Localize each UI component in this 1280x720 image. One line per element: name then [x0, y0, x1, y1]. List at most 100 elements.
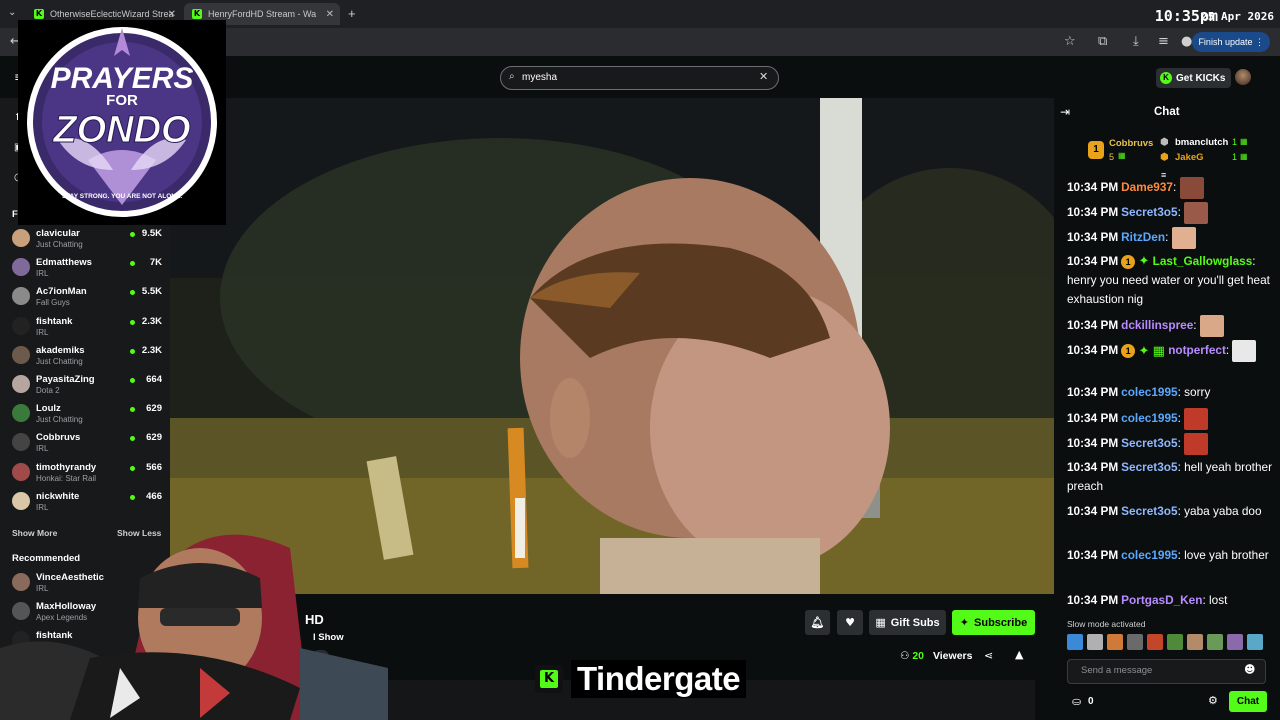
channel-name: Loulz [36, 403, 61, 415]
close-icon[interactable]: ✕ [326, 9, 334, 20]
message-user[interactable]: Secret3o5 [1121, 460, 1177, 474]
chat-send-button[interactable]: Chat [1229, 691, 1267, 712]
emote-icon[interactable] [1147, 634, 1163, 650]
get-kicks-label: Get KICKs [1176, 72, 1226, 84]
message-user[interactable]: notperfect [1168, 343, 1226, 357]
sidebar-channel[interactable]: PayasitaZing Dota 2 664 [12, 372, 162, 398]
leaderboard-name[interactable]: bmanclutch [1175, 137, 1228, 148]
emote-icon[interactable] [1127, 634, 1143, 650]
logo-line-3: ZONDO [52, 109, 190, 151]
leaderboard-count: 1 [1232, 152, 1238, 162]
sidebar-channel[interactable]: akademiks Just Chatting 2.3K [12, 343, 162, 369]
search-value[interactable]: myesha [522, 72, 557, 83]
message-time: 10:34 PM [1067, 436, 1119, 451]
message-user[interactable]: Secret3o5 [1121, 504, 1177, 518]
chat-input-placeholder: Send a message [1081, 665, 1153, 676]
report-icon[interactable]: ▲ [1015, 648, 1023, 661]
finish-update-button[interactable]: Finish update ⋮ [1192, 32, 1270, 52]
bookmark-star-icon[interactable]: ☆ [1064, 34, 1076, 49]
download-icon[interactable]: ⤓ [1133, 34, 1139, 49]
message-user[interactable]: Last_Gallowglass [1153, 254, 1253, 268]
collapse-chat-icon[interactable]: ⇥ [1060, 105, 1070, 119]
emoji-icon[interactable]: ☻ [1244, 663, 1255, 676]
notification-bell-button[interactable]: 🔔︎ [805, 610, 830, 635]
message-time: 10:34 PM [1067, 230, 1119, 245]
channel-name: nickwhite [36, 490, 80, 502]
webcam-overlay [0, 518, 388, 720]
sub-badge-icon: 1 [1121, 344, 1136, 358]
emote-icon[interactable] [1167, 634, 1183, 650]
message-time: 10:34 PM [1067, 504, 1119, 518]
message-user[interactable]: Secret3o5 [1121, 436, 1177, 450]
subscribe-button[interactable]: ✦ Subscribe [952, 610, 1035, 635]
message-user[interactable]: colec1995 [1121, 385, 1177, 399]
caption-overlay: K Tindergate [535, 660, 747, 698]
bell-icon: 🔔︎ [810, 616, 825, 629]
emote-icon[interactable] [1207, 634, 1223, 650]
leaderboard-name[interactable]: JakeG [1175, 152, 1204, 163]
message-user[interactable]: colec1995 [1121, 411, 1177, 425]
gift-icon: ▦ [1118, 151, 1126, 160]
sidebar-channel[interactable]: Loulz Just Chatting 629 [12, 401, 162, 427]
sidebar-channel[interactable]: Ac7ionMan Fall Guys 5.5K [12, 284, 162, 310]
leaderboard-name[interactable]: Cobbruvs [1109, 138, 1153, 149]
sidebar-channel[interactable]: fishtank IRL 2.3K [12, 314, 162, 340]
viewer-count: 7K [149, 257, 162, 269]
message-user[interactable]: Secret3o5 [1121, 205, 1177, 219]
avatar [12, 258, 30, 277]
message-user[interactable]: RitzDen [1121, 230, 1165, 244]
points-icon[interactable]: ⛀ [1072, 695, 1081, 708]
avatar[interactable] [1235, 69, 1251, 85]
viewer-count: 629 [146, 403, 162, 415]
clear-search-icon[interactable]: ✕ [759, 70, 768, 83]
media-icon[interactable]: ≡ [1158, 34, 1169, 49]
message-user[interactable]: dckillinspree [1121, 318, 1193, 332]
slow-mode-notice: Slow mode activated [1067, 619, 1146, 629]
profile-icon[interactable]: ● [1181, 34, 1192, 49]
star-icon: ✦ [959, 616, 970, 629]
emote-icon[interactable] [1247, 634, 1263, 650]
channel-category: IRL [36, 502, 49, 512]
sidebar-channel[interactable]: timothyrandy Honkai: Star Rail 566 [12, 460, 162, 486]
viewer-count: 566 [146, 461, 162, 473]
new-tab-icon[interactable]: + [348, 6, 356, 21]
emote-icon[interactable] [1227, 634, 1243, 650]
emote-icon[interactable] [1187, 634, 1203, 650]
tab-1-label: OtherwiseEclecticWizard Strea [50, 9, 174, 19]
channel-category: Fall Guys [36, 298, 70, 308]
message-separator: : [1193, 318, 1200, 333]
viewer-count: 9.5K [141, 228, 162, 239]
viewer-count: 466 [146, 490, 162, 502]
close-icon[interactable]: ✕ [168, 9, 176, 20]
avatar [12, 287, 30, 306]
share-icon[interactable]: ⋖ [984, 649, 993, 662]
channel-category: IRL [36, 444, 49, 454]
live-indicator-icon [130, 494, 135, 500]
sidebar-channel[interactable]: clavicular Just Chatting 9.5K [12, 226, 162, 252]
prayers-for-zondo-logo: PRAYERS FOR ZONDO STAY STRONG. YOU ARE N… [18, 20, 226, 225]
emote-icon[interactable] [1067, 634, 1083, 650]
sidebar-channel[interactable]: nickwhite IRL 466 [12, 489, 162, 515]
follow-button[interactable]: ♥ [837, 610, 863, 635]
logo-line-2: FOR [106, 92, 138, 109]
extensions-icon[interactable]: ⧉ [1098, 34, 1107, 49]
kick-logo-icon: K [535, 665, 563, 693]
sidebar-channel[interactable]: Cobbruvs IRL 629 [12, 430, 162, 456]
gear-icon[interactable]: ⚙ [1208, 694, 1218, 707]
emote-icon[interactable] [1087, 634, 1103, 650]
message-user[interactable]: Dame937 [1121, 180, 1173, 194]
message-time: 10:34 PM [1067, 180, 1119, 195]
chat-message: 10:34 PM dckillinspree: [1067, 315, 1272, 337]
chat-message: 10:34 PM Secret3o5: [1067, 202, 1272, 224]
chat-message: 10:34 PM Secret3o5: [1067, 433, 1272, 455]
sidebar-channel[interactable]: Edmatthews IRL 7K [12, 255, 162, 281]
message-user[interactable]: colec1995 [1121, 548, 1177, 562]
message-user[interactable]: PortgasD_Ken [1121, 593, 1202, 607]
tab-list-icon[interactable]: ⌄ [8, 7, 16, 18]
channel-name: akademiks [36, 344, 85, 356]
live-indicator-icon [130, 378, 135, 383]
emote-icon[interactable] [1107, 634, 1123, 650]
get-kicks-button[interactable]: K Get KICKs [1156, 68, 1232, 88]
gift-subs-button[interactable]: ▦ Gift Subs [869, 610, 946, 635]
emote-icon [1179, 177, 1204, 199]
